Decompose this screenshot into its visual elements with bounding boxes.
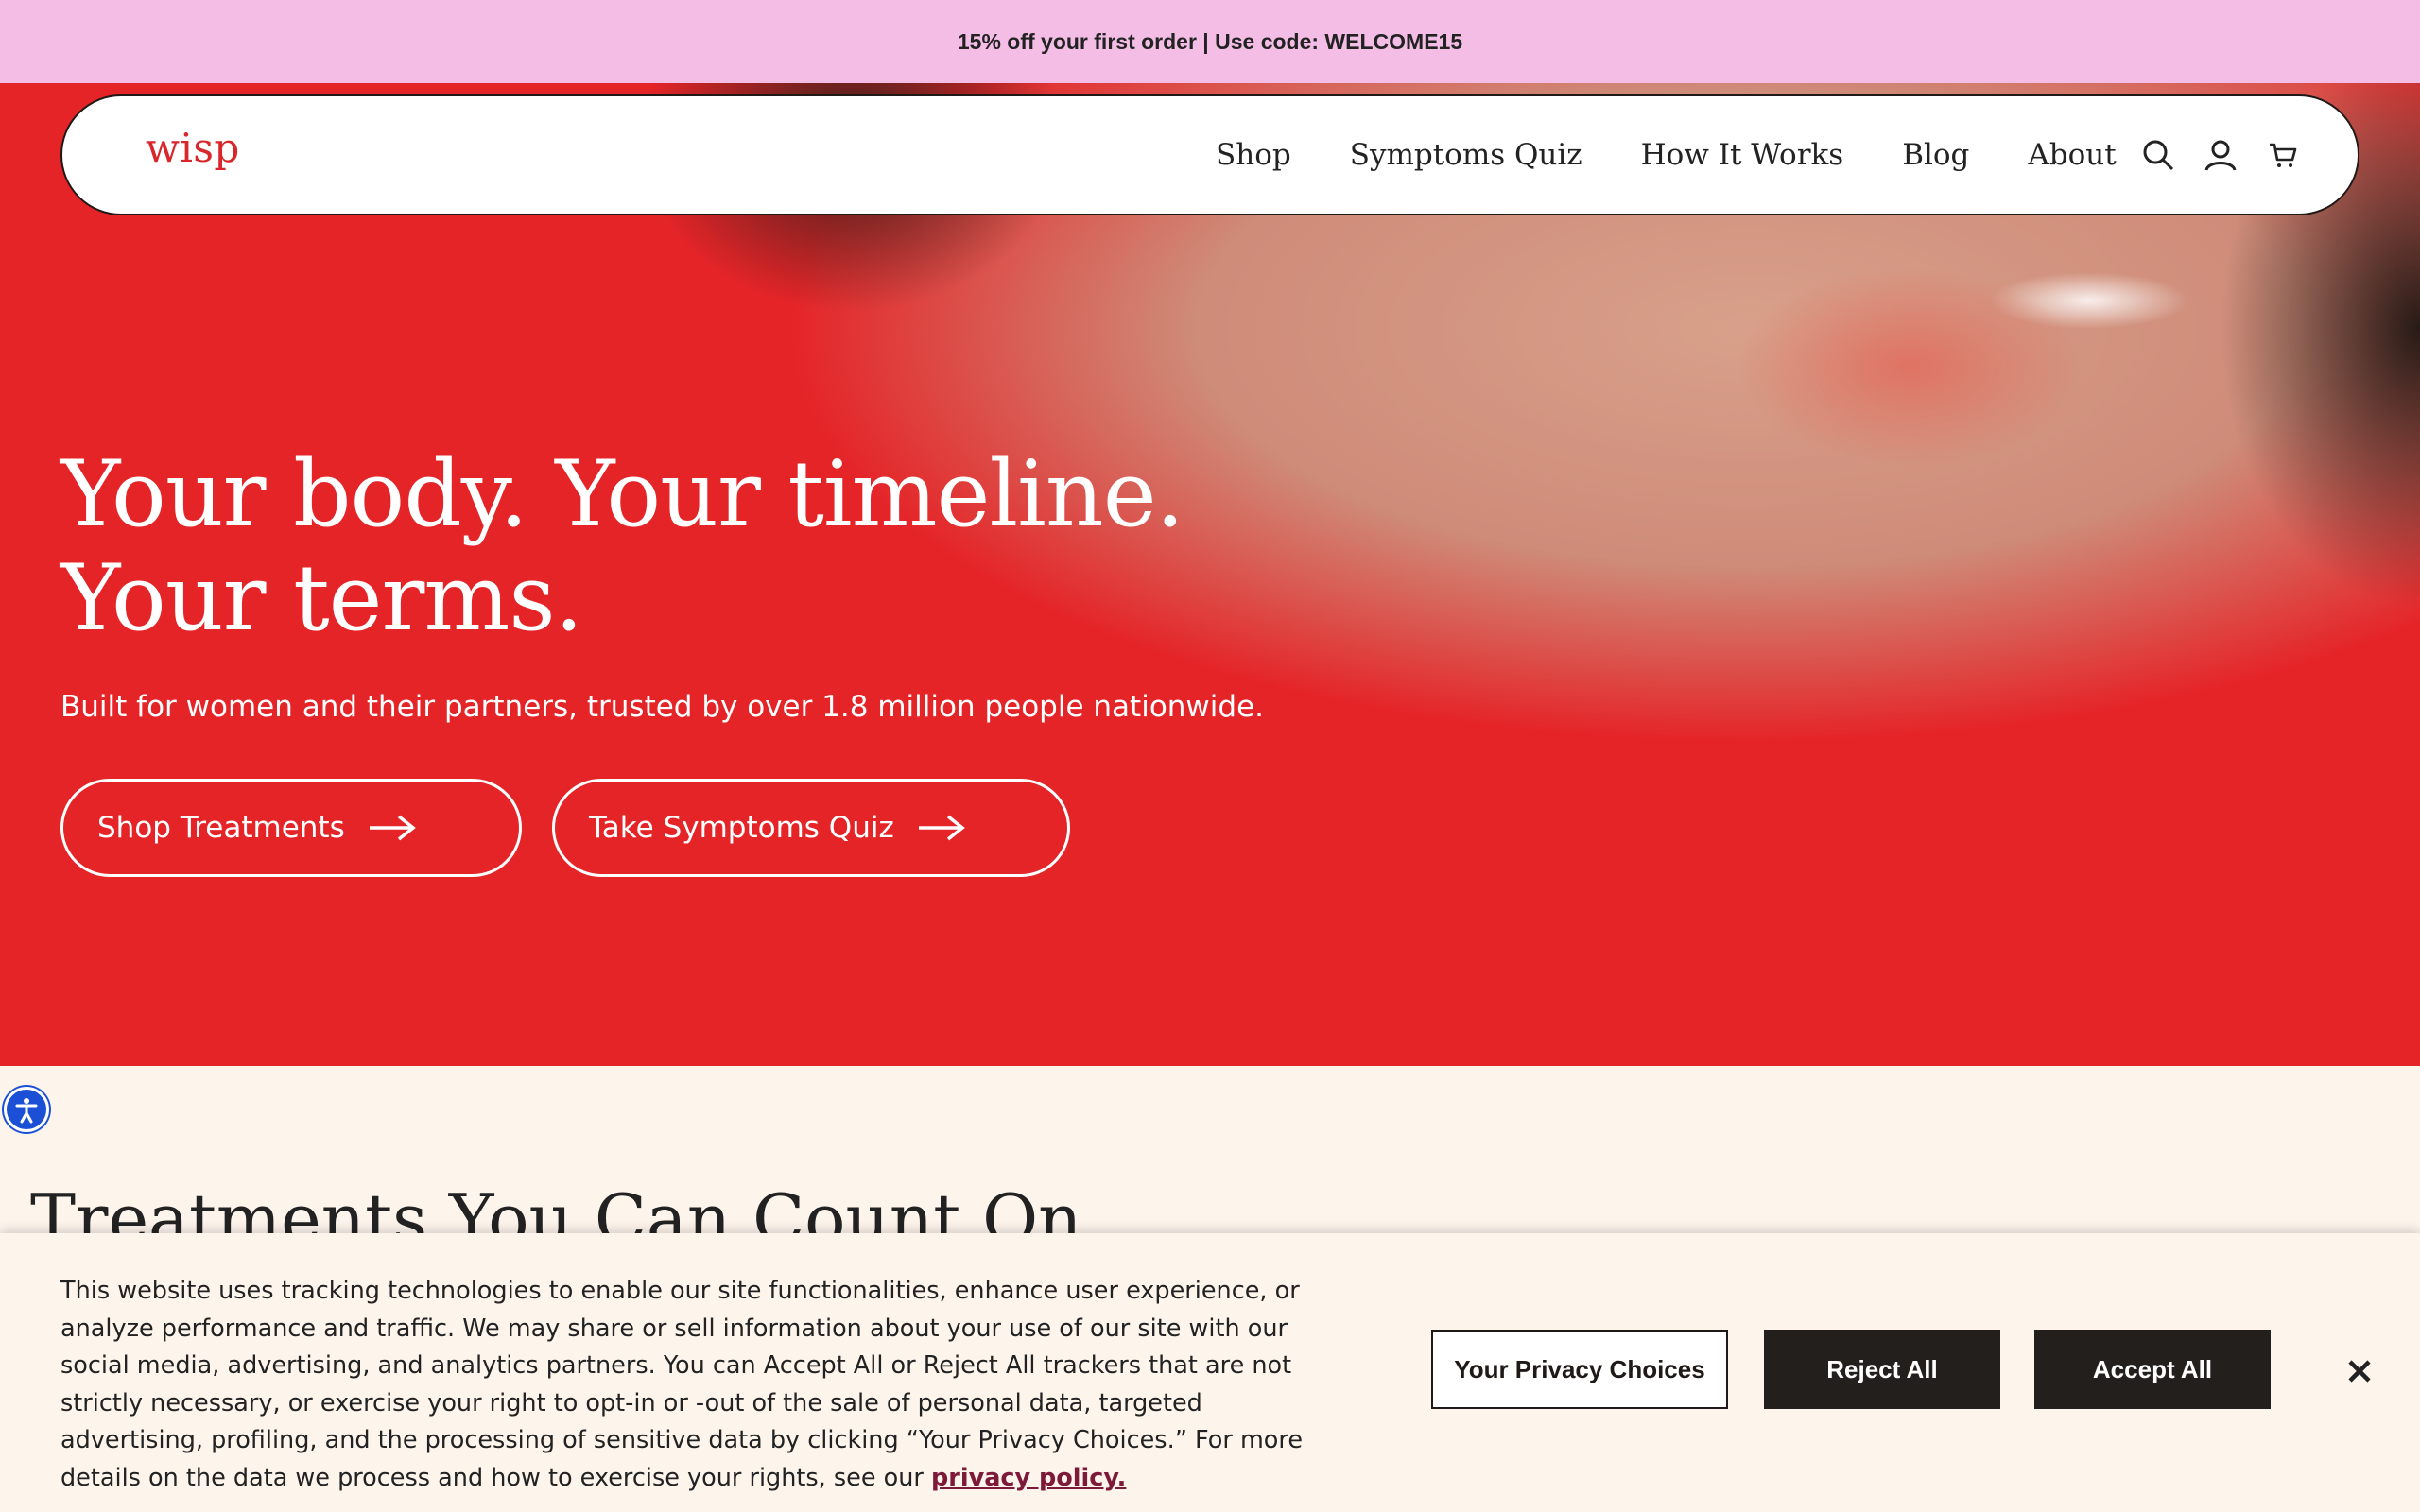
accessibility-icon[interactable] xyxy=(4,1087,49,1132)
reject-all-button[interactable]: Reject All xyxy=(1764,1330,2000,1409)
arrow-right-icon xyxy=(917,814,966,842)
account-icon[interactable] xyxy=(2203,137,2238,173)
logo[interactable]: wisp xyxy=(146,125,240,171)
promo-text: 15% off your first order | Use code: WEL… xyxy=(957,28,1463,54)
promo-banner: 15% off your first order | Use code: WEL… xyxy=(0,0,2420,83)
accept-all-button[interactable]: Accept All xyxy=(2034,1330,2271,1409)
nav-link-about[interactable]: About xyxy=(2028,138,2116,172)
arrow-right-icon xyxy=(368,814,417,842)
main-nav: wisp Shop Symptoms Quiz How It Works Blo… xyxy=(60,94,2360,215)
nav-links: Shop Symptoms Quiz How It Works Blog Abo… xyxy=(1216,96,2175,214)
privacy-choices-button[interactable]: Your Privacy Choices xyxy=(1431,1330,1728,1409)
nav-link-shop[interactable]: Shop xyxy=(1216,138,1291,172)
cookie-message: This website uses tracking technologies … xyxy=(60,1277,1304,1492)
privacy-policy-link[interactable]: privacy policy. xyxy=(931,1464,1126,1492)
take-symptoms-quiz-label: Take Symptoms Quiz xyxy=(589,811,894,845)
cookie-text: This website uses tracking technologies … xyxy=(60,1273,1327,1497)
close-icon[interactable] xyxy=(2341,1352,2378,1390)
nav-icons xyxy=(2140,96,2301,214)
shop-treatments-label: Shop Treatments xyxy=(97,811,345,845)
shop-treatments-button[interactable]: Shop Treatments xyxy=(60,779,522,877)
nav-link-symptoms-quiz[interactable]: Symptoms Quiz xyxy=(1350,138,1582,172)
nav-link-blog[interactable]: Blog xyxy=(1902,138,1969,172)
nav-link-how-it-works[interactable]: How It Works xyxy=(1641,138,1844,172)
hero-title: Your body. Your timeline. Your terms. xyxy=(60,442,1384,650)
cart-icon[interactable] xyxy=(2265,137,2301,173)
search-icon[interactable] xyxy=(2140,137,2176,173)
hero-subtitle: Built for women and their partners, trus… xyxy=(60,690,1264,724)
take-symptoms-quiz-button[interactable]: Take Symptoms Quiz xyxy=(552,779,1070,877)
hero-title-line-1: Your body. Your timeline. xyxy=(60,441,1184,547)
hero-section: Your body. Your timeline. Your terms. Bu… xyxy=(0,83,2420,1066)
hero-title-line-2: Your terms. xyxy=(60,545,583,651)
cookie-banner: This website uses tracking technologies … xyxy=(0,1233,2420,1512)
